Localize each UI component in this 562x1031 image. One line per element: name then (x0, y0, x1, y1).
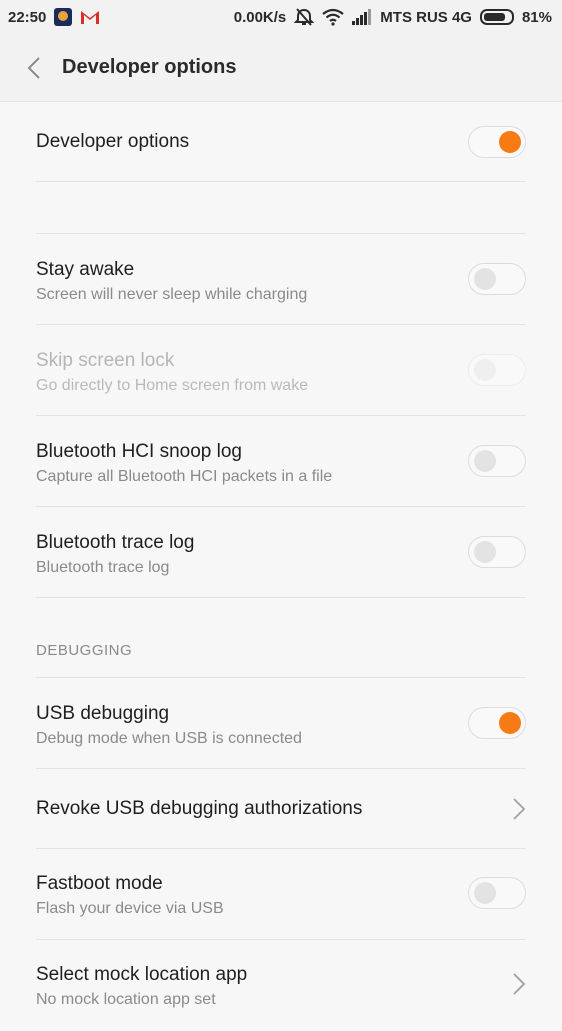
row-title: Bluetooth trace log (36, 532, 195, 553)
gmail-icon (81, 11, 100, 24)
row-subtitle: Debug mode when USB is connected (36, 730, 302, 747)
row-subtitle: Bluetooth trace log (36, 559, 170, 576)
bluetooth-trace-log-toggle[interactable] (468, 536, 526, 568)
row-subtitle: Go directly to Home screen from wake (36, 377, 309, 394)
chevron-left-icon (27, 56, 40, 79)
developer-options-toggle[interactable] (468, 126, 526, 158)
battery-percent: 81% (521, 8, 552, 26)
signal-icon (352, 9, 372, 25)
battery-icon (479, 9, 514, 25)
bluetooth-hci-snoop-toggle[interactable] (468, 445, 526, 477)
stay-awake-toggle[interactable] (468, 263, 526, 295)
row-title: Bluetooth HCI snoop log (36, 441, 242, 462)
stay-awake-row[interactable]: Stay awake Screen will never sleep while… (36, 234, 526, 325)
usb-debugging-toggle[interactable] (468, 707, 526, 739)
page-title: Developer options (62, 56, 237, 78)
developer-options-row[interactable]: Developer options (36, 102, 526, 182)
row-subtitle: No mock location app set (36, 991, 216, 1008)
app-notification-icon (54, 8, 73, 26)
row-subtitle: Screen will never sleep while charging (36, 286, 308, 303)
mock-location-app-row[interactable]: Select mock location app No mock locatio… (36, 940, 526, 1031)
bluetooth-hci-snoop-row[interactable]: Bluetooth HCI snoop log Capture all Blue… (36, 416, 526, 507)
row-title: Fastboot mode (36, 873, 163, 894)
row-title: Revoke USB debugging authorizations (36, 798, 363, 819)
status-bar: 22:50 0.00K/s MTS RUS 4G 81% (0, 0, 562, 34)
alarm-off-icon (294, 8, 315, 26)
row-title: USB debugging (36, 703, 170, 724)
app-bar: Developer options (0, 34, 562, 102)
row-title: Developer options (36, 131, 190, 152)
network-speed: 0.00K/s (233, 8, 287, 26)
fastboot-mode-toggle[interactable] (468, 877, 526, 909)
row-subtitle: Flash your device via USB (36, 900, 224, 917)
chevron-right-icon (513, 798, 526, 820)
usb-debugging-row[interactable]: USB debugging Debug mode when USB is con… (36, 678, 526, 769)
skip-screen-lock-row: Skip screen lock Go directly to Home scr… (36, 325, 526, 416)
row-title: Select mock location app (36, 964, 248, 985)
clock: 22:50 (8, 8, 47, 26)
spacer-divider (36, 182, 526, 234)
skip-screen-lock-toggle (468, 354, 526, 386)
back-button[interactable] (20, 48, 48, 88)
fastboot-mode-row[interactable]: Fastboot mode Flash your device via USB (36, 849, 526, 940)
row-title: Stay awake (36, 259, 135, 280)
revoke-usb-debugging-row[interactable]: Revoke USB debugging authorizations (36, 769, 526, 849)
section-header-debugging: DEBUGGING (36, 598, 526, 678)
carrier-label: MTS RUS 4G (380, 8, 472, 26)
bluetooth-trace-log-row[interactable]: Bluetooth trace log Bluetooth trace log (36, 507, 526, 598)
row-subtitle: Capture all Bluetooth HCI packets in a f… (36, 468, 333, 485)
row-title: Skip screen lock (36, 350, 175, 371)
wifi-icon (322, 8, 344, 26)
chevron-right-icon (513, 973, 526, 995)
